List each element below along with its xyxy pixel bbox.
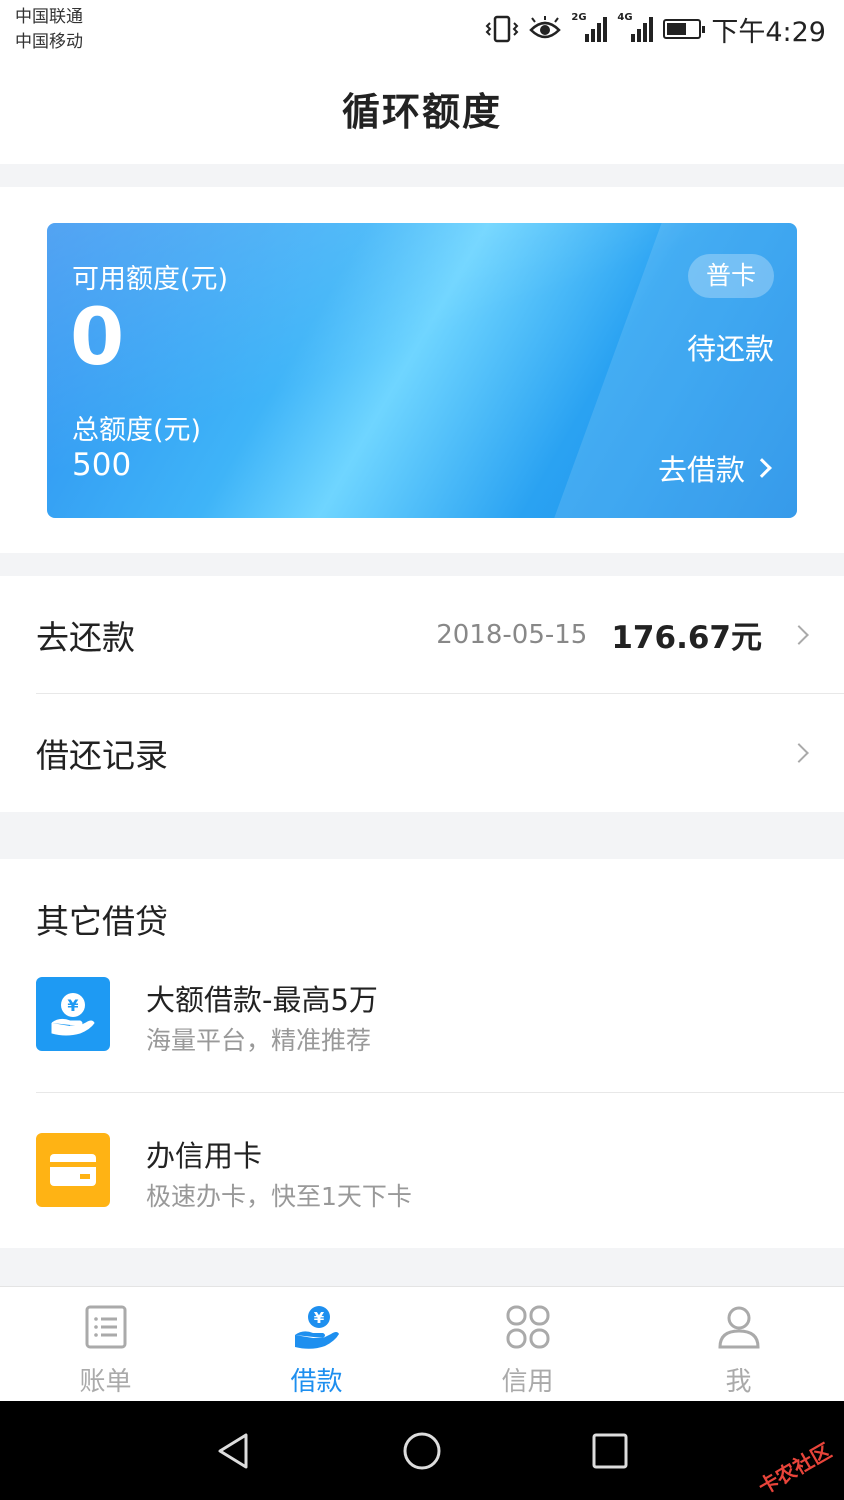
svg-text:¥: ¥	[67, 996, 78, 1015]
tab-loan[interactable]: ¥ 借款	[211, 1287, 422, 1401]
card-type-badge: 普卡	[687, 254, 774, 298]
vibrate-icon	[485, 15, 519, 43]
credit-card-section: 可用额度(元) 0 总额度(元) 500 普卡 待还款 去借款	[0, 187, 844, 553]
carrier-2: 中国移动	[15, 32, 83, 52]
repay-date: 2018-05-15	[436, 619, 588, 650]
chevron-right-icon	[789, 743, 809, 763]
total-credit-value: 500	[72, 447, 132, 483]
chevron-right-icon	[752, 458, 772, 478]
signal-icon-1: 2G	[571, 12, 608, 42]
tab-label: 信用	[501, 1367, 554, 1397]
tab-label: 我	[725, 1367, 752, 1397]
borrow-link[interactable]: 去借款	[657, 447, 772, 489]
page-title: 循环额度	[341, 90, 502, 134]
eye-icon	[529, 16, 562, 39]
svg-text:¥: ¥	[313, 1309, 324, 1327]
watermark: 卡农社区	[754, 1438, 836, 1500]
loan-item-large-loan[interactable]: ¥ 大额借款-最高5万 海量平台，精准推荐	[36, 959, 844, 1093]
tab-credit[interactable]: 信用	[422, 1287, 633, 1401]
network-type-2: 4G	[617, 12, 633, 23]
credit-card[interactable]: 可用额度(元) 0 总额度(元) 500 普卡 待还款 去借款	[47, 223, 797, 518]
system-nav-bar: 卡农社区	[0, 1401, 844, 1500]
chevron-right-icon	[789, 624, 809, 645]
signal-icon-2: 4G	[617, 12, 654, 42]
carrier-names: 中国联通 中国移动	[15, 5, 83, 55]
available-credit-value: 0	[70, 293, 125, 383]
loan-icon: ¥	[294, 1306, 339, 1349]
tab-label: 账单	[79, 1367, 132, 1397]
records-row[interactable]: 借还记录	[36, 694, 844, 812]
header: 循环额度	[0, 60, 844, 164]
borrow-link-label: 去借款	[657, 453, 745, 487]
user-icon	[717, 1306, 760, 1349]
recent-apps-icon[interactable]	[588, 1429, 632, 1473]
loan-subtitle: 极速办卡，快至1天下卡	[146, 1182, 412, 1211]
status-icons: 2G 4G 下午4:29	[485, 10, 826, 48]
status-bar: 中国联通 中国移动 2G 4G 下午4:29	[0, 0, 844, 60]
repay-section: 去还款 2018-05-15 176.67元 借还记录	[0, 576, 844, 812]
loan-subtitle: 海量平台，精准推荐	[146, 1026, 372, 1055]
repay-label: 去还款	[36, 617, 135, 657]
total-credit-label: 总额度(元)	[72, 415, 202, 446]
available-credit-label: 可用额度(元)	[72, 264, 229, 295]
loan-title: 办信用卡	[146, 1139, 263, 1173]
yuan-hand-icon: ¥	[36, 977, 110, 1051]
tab-me[interactable]: 我	[633, 1287, 844, 1401]
tab-bill[interactable]: 账单	[0, 1287, 211, 1401]
records-info	[789, 743, 809, 763]
status-time: 下午4:29	[711, 16, 826, 48]
bill-icon	[85, 1305, 126, 1349]
card-icon	[36, 1133, 110, 1207]
tab-label: 借款	[290, 1367, 343, 1397]
carrier-1: 中国联通	[15, 7, 83, 27]
other-loans-section: 其它借贷 ¥ 大额借款-最高5万 海量平台，精准推荐 办信用卡 极速办卡，快至1…	[0, 859, 844, 1248]
repay-row[interactable]: 去还款 2018-05-15 176.67元	[36, 576, 844, 694]
loan-title: 大额借款-最高5万	[146, 983, 378, 1017]
tab-bar: 账单 ¥ 借款 信用 我	[0, 1286, 844, 1401]
repay-info: 2018-05-15 176.67元	[436, 612, 809, 657]
other-loans-title: 其它借贷	[36, 902, 168, 941]
battery-icon	[663, 19, 706, 39]
credit-grid-icon	[506, 1305, 549, 1349]
repay-amount: 176.67元	[611, 620, 762, 656]
loan-item-credit-card[interactable]: 办信用卡 极速办卡，快至1天下卡	[36, 1093, 844, 1243]
home-icon[interactable]	[400, 1429, 444, 1473]
card-status: 待还款	[686, 332, 774, 366]
network-type-1: 2G	[571, 12, 587, 23]
back-icon[interactable]	[212, 1429, 256, 1473]
records-label: 借还记录	[36, 736, 168, 775]
